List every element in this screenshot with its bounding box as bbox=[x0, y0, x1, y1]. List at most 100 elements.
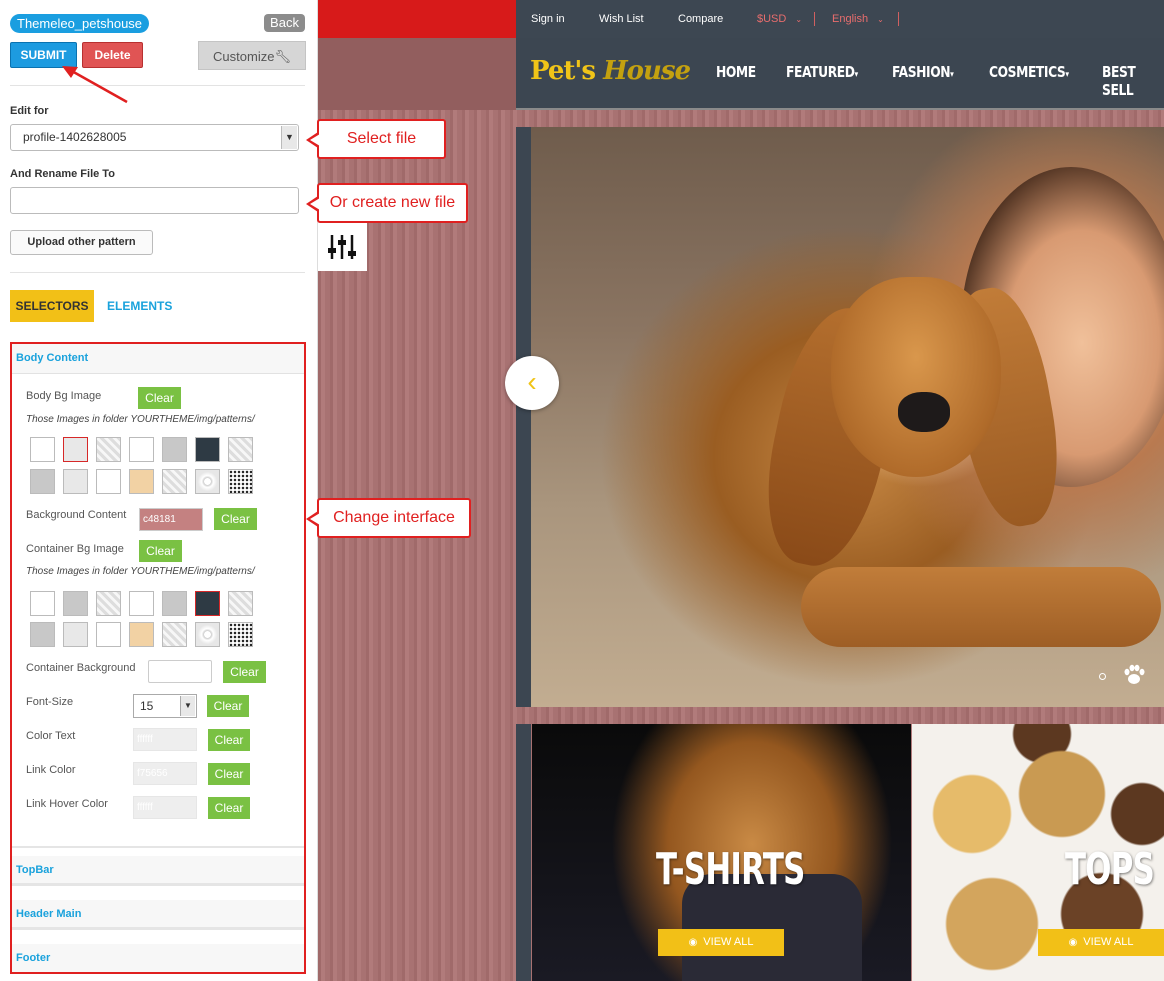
pattern-swatch[interactable] bbox=[96, 437, 121, 462]
upload-pattern-button[interactable]: Upload other pattern bbox=[10, 230, 153, 255]
nav-fashion-label: FASHION bbox=[892, 63, 951, 81]
pattern-swatch[interactable] bbox=[195, 469, 220, 494]
container-background-label: Container Background bbox=[26, 662, 136, 674]
font-size-label: Font-Size bbox=[26, 696, 74, 708]
pattern-swatch[interactable] bbox=[162, 437, 187, 462]
nav-home[interactable]: HOME bbox=[716, 63, 756, 81]
divider bbox=[12, 846, 304, 848]
clear-button[interactable]: Clear bbox=[208, 797, 250, 819]
tile-title: TOPS bbox=[1065, 844, 1155, 895]
site-logo[interactable]: Pet's House bbox=[530, 56, 691, 86]
back-button[interactable]: Back bbox=[264, 14, 305, 32]
pattern-swatch[interactable] bbox=[129, 591, 154, 616]
view-all-button[interactable]: ◉ VIEW ALL bbox=[658, 929, 784, 956]
pattern-swatch[interactable] bbox=[228, 591, 253, 616]
slide-indicator[interactable] bbox=[1099, 673, 1106, 680]
pattern-swatch[interactable] bbox=[30, 622, 55, 647]
clear-button[interactable]: Clear bbox=[208, 729, 250, 751]
section-header-main[interactable]: Header Main bbox=[12, 900, 304, 930]
caret-down-icon: ▾ bbox=[1065, 70, 1069, 80]
container-background-input[interactable] bbox=[148, 660, 212, 683]
clear-button[interactable]: Clear bbox=[139, 540, 182, 562]
section-body-content[interactable]: Body Content bbox=[12, 344, 304, 374]
pattern-swatch[interactable] bbox=[228, 622, 253, 647]
slider-prev-button[interactable]: ‹ bbox=[505, 356, 559, 410]
logo-text: Pet's bbox=[530, 56, 596, 86]
pattern-swatch[interactable] bbox=[30, 591, 55, 616]
language-value: English bbox=[832, 13, 869, 25]
tab-selectors[interactable]: SELECTORS bbox=[10, 290, 94, 322]
callout-create-file: Or create new file bbox=[306, 183, 468, 223]
currency-select[interactable]: $USD ⌄ bbox=[757, 13, 802, 25]
pattern-swatch[interactable] bbox=[30, 469, 55, 494]
chevron-left-icon: ‹ bbox=[527, 366, 537, 397]
color-text-input[interactable]: ffffff bbox=[133, 728, 197, 751]
category-tile-tops[interactable]: TOPS ◉ VIEW ALL bbox=[912, 724, 1164, 981]
pattern-swatch[interactable] bbox=[63, 437, 88, 462]
category-tile-tshirts[interactable]: T-SHIRTS ◉ VIEW ALL bbox=[532, 724, 911, 981]
annotation-arrow bbox=[62, 66, 128, 104]
clear-button[interactable]: Clear bbox=[208, 763, 250, 785]
logo-house-text: House bbox=[603, 56, 691, 86]
divider bbox=[10, 272, 305, 273]
nav-best-sellers[interactable]: BEST SELL bbox=[1102, 63, 1153, 99]
pattern-swatch[interactable] bbox=[129, 469, 154, 494]
pattern-swatch[interactable] bbox=[162, 591, 187, 616]
section-topbar[interactable]: TopBar bbox=[12, 856, 304, 886]
nav-fashion[interactable]: FASHION▾ bbox=[892, 63, 954, 81]
link-color-label: Link Color bbox=[26, 764, 76, 776]
font-size-select[interactable]: 15 ▼ bbox=[133, 694, 197, 718]
pattern-swatch[interactable] bbox=[96, 469, 121, 494]
site-topbar: Sign in Wish List Compare $USD ⌄ English… bbox=[516, 0, 1164, 38]
edit-for-select[interactable]: profile-1402628005 ▼ bbox=[10, 124, 299, 151]
customize-label: Customize bbox=[213, 49, 275, 64]
clear-button[interactable]: Clear bbox=[207, 695, 249, 717]
tab-elements[interactable]: ELEMENTS bbox=[107, 290, 172, 322]
clear-button[interactable]: Clear bbox=[214, 508, 257, 530]
settings-toggle[interactable] bbox=[318, 222, 367, 271]
pattern-swatch[interactable] bbox=[96, 591, 121, 616]
clear-button[interactable]: Clear bbox=[223, 661, 266, 683]
pattern-swatch[interactable] bbox=[228, 469, 253, 494]
pattern-swatch[interactable] bbox=[63, 591, 88, 616]
pattern-swatch[interactable] bbox=[129, 437, 154, 462]
hero-dog-face bbox=[831, 277, 1001, 477]
pattern-swatch[interactable] bbox=[195, 591, 220, 616]
slider-rail bbox=[516, 127, 531, 707]
divider bbox=[898, 12, 899, 26]
pattern-swatch[interactable] bbox=[228, 437, 253, 462]
sliders-icon bbox=[328, 235, 356, 259]
view-all-button[interactable]: ◉ VIEW ALL bbox=[1038, 929, 1164, 956]
callout-select-file: Select file bbox=[306, 119, 446, 159]
link-hover-color-input[interactable]: ffffff bbox=[133, 796, 197, 819]
nav-featured-label: FEATURED bbox=[786, 63, 855, 81]
pattern-swatch[interactable] bbox=[30, 437, 55, 462]
background-content-label: Background Content bbox=[26, 509, 127, 521]
nav-featured[interactable]: FEATURED▾ bbox=[786, 63, 858, 81]
pattern-swatch[interactable] bbox=[63, 469, 88, 494]
wishlist-link[interactable]: Wish List bbox=[599, 13, 644, 25]
color-text-label: Color Text bbox=[26, 730, 76, 742]
paw-icon[interactable] bbox=[1121, 662, 1147, 688]
hero-dog-paws bbox=[801, 567, 1161, 647]
customize-button[interactable]: Customize🔧︎ bbox=[198, 41, 306, 70]
rename-input[interactable] bbox=[10, 187, 299, 214]
link-color-input[interactable]: f75656 bbox=[133, 762, 197, 785]
compare-link[interactable]: Compare bbox=[678, 13, 723, 25]
language-select[interactable]: English ⌄ bbox=[832, 13, 884, 25]
pattern-swatch[interactable] bbox=[162, 469, 187, 494]
background-content-input[interactable]: c48181 bbox=[139, 508, 203, 531]
pattern-swatch[interactable] bbox=[129, 622, 154, 647]
eye-icon: ◉ bbox=[1068, 937, 1078, 948]
view-all-label: VIEW ALL bbox=[1083, 936, 1134, 948]
clear-button[interactable]: Clear bbox=[138, 387, 181, 409]
pattern-swatch[interactable] bbox=[162, 622, 187, 647]
pattern-swatch[interactable] bbox=[63, 622, 88, 647]
pattern-swatch[interactable] bbox=[96, 622, 121, 647]
section-footer[interactable]: Footer bbox=[12, 944, 304, 972]
signin-link[interactable]: Sign in bbox=[531, 13, 565, 25]
nav-cosmetics[interactable]: COSMETICS▾ bbox=[989, 63, 1069, 81]
pattern-swatch[interactable] bbox=[195, 622, 220, 647]
chevron-down-icon: ⌄ bbox=[877, 15, 884, 24]
pattern-swatch[interactable] bbox=[195, 437, 220, 462]
